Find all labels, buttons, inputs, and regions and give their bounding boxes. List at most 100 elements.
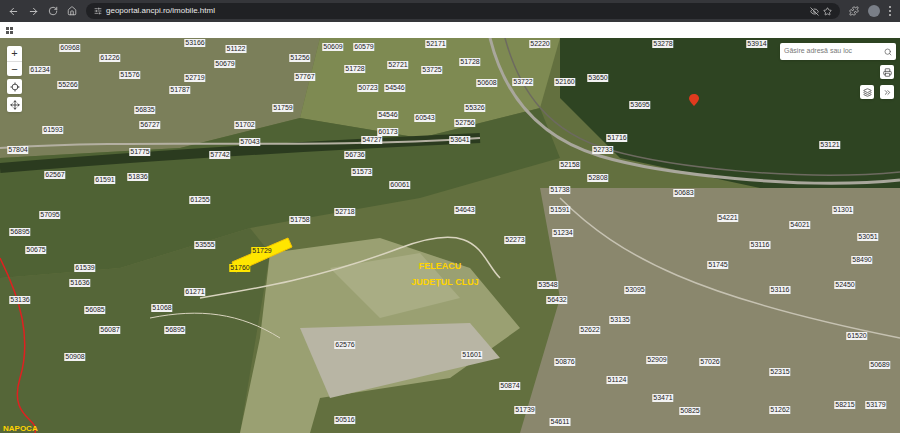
parcel-label[interactable]: 61591 xyxy=(94,176,115,184)
parcel-label[interactable]: 51702 xyxy=(234,121,255,129)
parcel-label[interactable]: 62576 xyxy=(334,341,355,349)
home-icon[interactable] xyxy=(67,6,77,16)
parcel-label[interactable]: 50825 xyxy=(679,407,700,415)
parcel-label[interactable]: 62567 xyxy=(44,171,65,179)
parcel-label[interactable]: 57767 xyxy=(294,73,315,81)
parcel-label[interactable]: 54727 xyxy=(361,136,382,144)
parcel-label[interactable]: 51745 xyxy=(707,261,728,269)
parcel-label[interactable]: 51836 xyxy=(127,173,148,181)
layers-button[interactable] xyxy=(860,85,874,99)
parcel-label[interactable]: 53471 xyxy=(652,394,673,402)
parcel-label[interactable]: 52721 xyxy=(387,61,408,69)
forward-icon[interactable] xyxy=(28,6,39,17)
parcel-label[interactable]: 56432 xyxy=(546,296,567,304)
parcel-label[interactable]: 61234 xyxy=(29,66,50,74)
parcel-label[interactable]: 52622 xyxy=(579,326,600,334)
parcel-label[interactable]: 53548 xyxy=(537,281,558,289)
print-icon[interactable] xyxy=(883,68,892,77)
parcel-label[interactable]: 52719 xyxy=(184,74,205,82)
parcel-label[interactable]: 51122 xyxy=(226,45,247,53)
parcel-label[interactable]: 53278 xyxy=(652,40,673,48)
parcel-label[interactable]: 53116 xyxy=(750,241,771,249)
parcel-label[interactable]: 57095 xyxy=(39,211,60,219)
parcel-label[interactable]: 52273 xyxy=(504,236,525,244)
parcel-label[interactable]: 53121 xyxy=(819,141,840,149)
parcel-label[interactable]: 51124 xyxy=(607,376,628,384)
parcel-label[interactable]: 50679 xyxy=(214,60,235,68)
parcel-label[interactable]: 50689 xyxy=(869,361,890,369)
parcel-label[interactable]: 51262 xyxy=(769,406,790,414)
parcel-label[interactable]: 61520 xyxy=(846,332,867,340)
parcel-label[interactable]: 52909 xyxy=(646,356,667,364)
parcel-label[interactable]: 52160 xyxy=(554,78,575,86)
parcel-label[interactable]: 56895 xyxy=(9,228,30,236)
parcel-label[interactable]: 51591 xyxy=(549,206,570,214)
profile-icon[interactable] xyxy=(868,5,880,17)
expand-icon[interactable] xyxy=(883,88,892,97)
parcel-label[interactable]: 60579 xyxy=(353,43,374,51)
parcel-label[interactable]: 53051 xyxy=(857,233,878,241)
parcel-label[interactable]: 57026 xyxy=(699,358,720,366)
parcel-label[interactable]: 50675 xyxy=(25,246,46,254)
pan-icon[interactable] xyxy=(10,100,20,110)
parcel-label[interactable]: 51234 xyxy=(552,229,573,237)
parcel-label[interactable]: 61226 xyxy=(99,54,120,62)
parcel-label[interactable]: 51728 xyxy=(344,65,365,73)
parcel-label[interactable]: 51576 xyxy=(119,71,140,79)
parcel-label[interactable]: 54021 xyxy=(789,221,810,229)
parcel-label[interactable]: 51758 xyxy=(289,216,310,224)
parcel-label[interactable]: 52733 xyxy=(592,146,613,154)
parcel-label[interactable]: 53722 xyxy=(512,78,533,86)
parcel-label[interactable]: 56087 xyxy=(99,326,120,334)
parcel-label[interactable]: 61593 xyxy=(42,126,63,134)
pan-button[interactable] xyxy=(7,97,22,112)
zoom-in-button[interactable]: + xyxy=(7,46,22,61)
parcel-label[interactable]: 51068 xyxy=(151,304,172,312)
parcel-label[interactable]: 52756 xyxy=(454,119,475,127)
locate-icon[interactable] xyxy=(10,82,20,92)
parcel-label[interactable]: 53641 xyxy=(449,136,470,144)
print-button[interactable] xyxy=(880,65,894,79)
parcel-label[interactable]: 50608 xyxy=(476,79,497,87)
parcel-label[interactable]: 61271 xyxy=(184,288,205,296)
parcel-label[interactable]: 51636 xyxy=(69,279,90,287)
parcel-label[interactable]: 57742 xyxy=(209,151,230,159)
parcel-label[interactable]: 53166 xyxy=(184,39,205,47)
parcel-label[interactable]: 50683 xyxy=(673,189,694,197)
expand-button[interactable] xyxy=(880,85,894,99)
parcel-label[interactable]: 56895 xyxy=(164,326,185,334)
location-pin-icon[interactable] xyxy=(689,94,699,106)
parcel-label[interactable]: 53116 xyxy=(770,286,791,294)
parcel-label[interactable]: 53555 xyxy=(194,241,215,249)
parcel-label[interactable]: 53095 xyxy=(624,286,645,294)
apps-grid-icon[interactable] xyxy=(6,27,13,34)
back-icon[interactable] xyxy=(8,6,19,17)
parcel-label[interactable]: 53650 xyxy=(587,74,608,82)
parcel-label[interactable]: 50609 xyxy=(322,43,343,51)
selected-parcel-label[interactable]: 51760 xyxy=(229,264,250,272)
parcel-label[interactable]: 58490 xyxy=(851,256,872,264)
parcel-label[interactable]: 51573 xyxy=(351,168,372,176)
parcel-label[interactable]: 52450 xyxy=(834,281,855,289)
parcel-label[interactable]: 53179 xyxy=(865,401,886,409)
zoom-out-button[interactable]: − xyxy=(7,61,22,76)
parcel-label[interactable]: 55266 xyxy=(57,81,78,89)
layers-icon[interactable] xyxy=(863,88,872,97)
parcel-label[interactable]: 60543 xyxy=(414,114,435,122)
search-icon[interactable] xyxy=(884,48,892,56)
parcel-label[interactable]: 60061 xyxy=(389,181,410,189)
parcel-label[interactable]: 60968 xyxy=(59,44,80,52)
parcel-label[interactable]: 51716 xyxy=(606,134,627,142)
parcel-label[interactable]: 52718 xyxy=(334,208,355,216)
parcel-label[interactable]: 50723 xyxy=(357,84,378,92)
parcel-label[interactable]: 52808 xyxy=(587,174,608,182)
eye-off-icon[interactable] xyxy=(810,7,819,16)
parcel-label[interactable]: 53695 xyxy=(629,101,650,109)
parcel-label[interactable]: 51301 xyxy=(832,206,853,214)
parcel-label[interactable]: 54221 xyxy=(717,214,738,222)
parcel-label[interactable]: 61539 xyxy=(74,264,95,272)
parcel-label[interactable]: 53914 xyxy=(746,40,767,48)
parcel-label[interactable]: 51787 xyxy=(169,86,190,94)
parcel-label[interactable]: 51256 xyxy=(289,54,310,62)
parcel-label[interactable]: 54643 xyxy=(454,206,475,214)
